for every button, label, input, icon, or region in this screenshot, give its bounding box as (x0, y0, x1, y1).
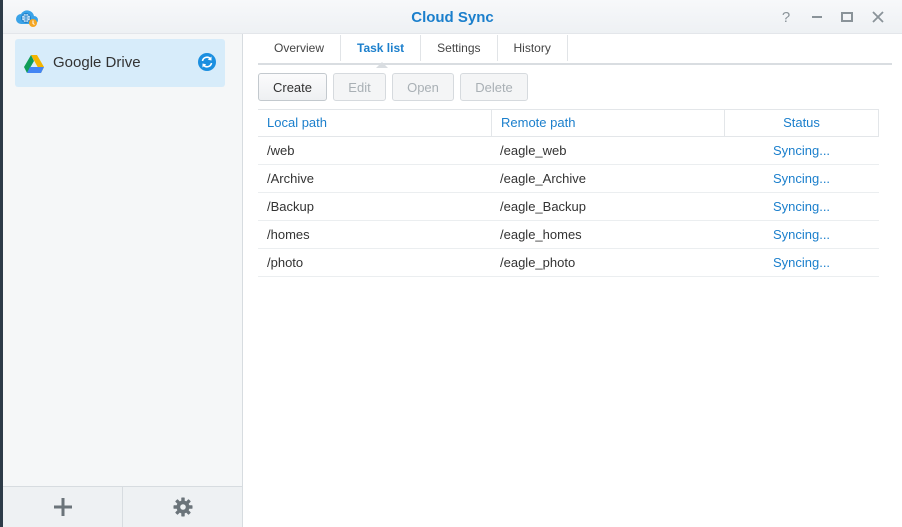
table-header: Local path Remote path Status (258, 109, 879, 137)
open-button[interactable]: Open (392, 73, 454, 101)
plus-icon (53, 498, 72, 516)
maximize-icon (841, 12, 853, 22)
status-cell: Syncing... (772, 227, 831, 242)
table-row[interactable]: /homes /eagle_homes Syncing... (258, 221, 879, 249)
remote-path-cell: /eagle_Archive (500, 171, 586, 186)
minimize-button[interactable] (806, 6, 828, 28)
close-icon (872, 11, 884, 23)
window-title: Cloud Sync (411, 9, 494, 26)
remote-path-cell: /eagle_homes (500, 227, 582, 242)
maximize-button[interactable] (836, 6, 858, 28)
sidebar-item-label: Google Drive (53, 54, 141, 71)
column-header-status[interactable]: Status (724, 110, 879, 136)
status-cell: Syncing... (772, 171, 831, 186)
table-row[interactable]: /Backup /eagle_Backup Syncing... (258, 193, 879, 221)
remote-path-cell: /eagle_web (500, 143, 567, 158)
table-row[interactable]: /web /eagle_web Syncing... (258, 137, 879, 165)
local-path-cell: /Archive (267, 171, 314, 186)
local-path-cell: /homes (267, 227, 310, 242)
close-button[interactable] (867, 6, 889, 28)
title-bar: Cloud Sync ? (3, 0, 902, 34)
local-path-cell: /photo (267, 255, 304, 270)
create-button[interactable]: Create (258, 73, 327, 101)
settings-button[interactable] (122, 487, 242, 527)
column-header-local-path[interactable]: Local path (258, 110, 491, 136)
sidebar-item-google-drive[interactable]: Google Drive (15, 39, 225, 87)
column-header-remote-path[interactable]: Remote path (491, 110, 724, 136)
tab-task-list[interactable]: Task list (341, 35, 422, 68)
toolbar: Create Edit Open Delete (258, 73, 528, 101)
table-row[interactable]: /photo /eagle_photo Syncing... (258, 249, 879, 277)
gear-icon (173, 497, 192, 517)
table-row[interactable]: /Archive /eagle_Archive Syncing... (258, 165, 879, 193)
remote-path-cell: /eagle_Backup (500, 199, 587, 214)
local-path-cell: /web (267, 143, 295, 158)
task-table: Local path Remote path Status /web /eagl… (258, 109, 879, 277)
sync-icon (198, 53, 216, 71)
status-cell: Syncing... (772, 199, 831, 214)
minimize-icon (812, 16, 822, 18)
delete-button[interactable]: Delete (460, 73, 528, 101)
edit-button[interactable]: Edit (333, 73, 386, 101)
status-cell: Syncing... (772, 143, 831, 158)
tab-overview[interactable]: Overview (258, 35, 342, 61)
tab-history[interactable]: History (498, 35, 568, 61)
main-panel: Overview Task list Settings History Crea… (244, 34, 902, 527)
sidebar-footer (3, 486, 242, 527)
google-drive-icon (24, 55, 44, 73)
tab-bar: Overview Task list Settings History (258, 34, 892, 68)
remote-path-cell: /eagle_photo (500, 255, 576, 270)
status-cell: Syncing... (772, 255, 831, 270)
help-button[interactable]: ? (775, 6, 797, 28)
add-button[interactable] (3, 487, 122, 527)
tab-settings[interactable]: Settings (421, 35, 498, 61)
local-path-cell: /Backup (267, 199, 314, 214)
sidebar: Google Drive (3, 34, 243, 527)
